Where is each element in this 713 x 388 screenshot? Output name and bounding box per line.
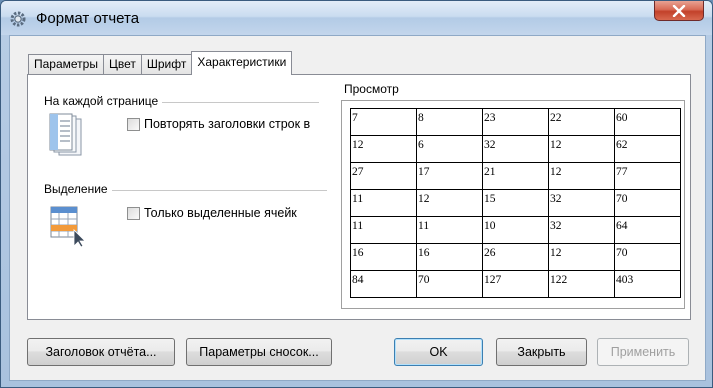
table-cell: 12 <box>350 135 417 163</box>
table-cell: 10 <box>482 216 549 244</box>
only-selected-cells-label: Только выделенные ячейк <box>144 206 297 220</box>
apply-button[interactable]: Применить <box>597 338 689 366</box>
table-cell: 7 <box>350 108 417 136</box>
tab-color[interactable]: Цвет <box>102 54 142 75</box>
table-cell: 26 <box>482 243 549 271</box>
table-cell: 27 <box>350 162 417 190</box>
table-cell: 84 <box>350 270 417 298</box>
table-cell: 11 <box>350 189 417 217</box>
close-button[interactable]: Закрыть <box>496 338 587 366</box>
table-cell: 16 <box>350 243 417 271</box>
table-cell: 70 <box>614 189 681 217</box>
table-row: 11 12 15 32 70 <box>350 189 681 217</box>
table-cell: 122 <box>548 270 615 298</box>
repeat-row-headers-label: Повторять заголовки строк в <box>144 117 311 131</box>
close-window-button[interactable] <box>654 1 704 21</box>
table-cell: 60 <box>614 108 681 136</box>
only-selected-cells-checkbox[interactable]: Только выделенные ячейк <box>127 206 297 220</box>
table-cell: 77 <box>614 162 681 190</box>
window-title: Формат отчета <box>36 10 140 27</box>
table-cell: 22 <box>548 108 615 136</box>
footnote-params-button[interactable]: Параметры сносок... <box>186 338 332 366</box>
table-row: 7 8 23 22 60 <box>350 108 681 136</box>
tab-characteristics[interactable]: Характеристики <box>191 51 293 75</box>
selection-group-title: Выделение <box>44 182 112 196</box>
gear-icon <box>10 11 26 27</box>
checkbox-box[interactable] <box>127 206 140 220</box>
table-cell: 12 <box>548 162 615 190</box>
table-cell: 70 <box>614 243 681 271</box>
preview-table: 7 8 23 22 60 12 6 32 12 62 27 17 21 12 77 11 12 15 32 70 11 1… <box>350 108 681 298</box>
table-cell: 15 <box>482 189 549 217</box>
table-cell: 17 <box>416 162 483 190</box>
table-cell: 11 <box>350 216 417 244</box>
repeat-row-headers-checkbox[interactable]: Повторять заголовки строк в <box>127 117 310 131</box>
ok-button[interactable]: OK <box>394 338 483 366</box>
selected-cells-icon <box>50 206 86 248</box>
table-cell: 12 <box>548 135 615 163</box>
title-bar[interactable]: Формат отчета <box>1 1 712 35</box>
table-cell: 23 <box>482 108 549 136</box>
checkbox-box[interactable] <box>127 117 140 131</box>
tab-strip: Параметры Цвет Шрифт Характеристики <box>28 51 293 75</box>
ok-button-label: OK <box>429 345 448 359</box>
table-cell: 127 <box>482 270 549 298</box>
table-cell: 21 <box>482 162 549 190</box>
table-row: 16 16 26 12 70 <box>350 243 681 271</box>
table-cell: 64 <box>614 216 681 244</box>
apply-button-label: Применить <box>610 345 676 359</box>
table-cell: 32 <box>482 135 549 163</box>
table-row: 12 6 32 12 62 <box>350 135 681 163</box>
preview-title: Просмотр <box>344 82 399 96</box>
each-page-group-title: На каждой странице <box>44 94 163 108</box>
report-header-button-label: Заголовок отчёта... <box>45 345 157 359</box>
table-row: 84 70 127 122 403 <box>350 270 681 298</box>
tab-font[interactable]: Шрифт <box>140 54 193 75</box>
report-format-dialog: Формат отчета Параметры Цвет Шрифт Харак… <box>0 0 713 388</box>
table-cell: 62 <box>614 135 681 163</box>
table-cell: 11 <box>416 216 483 244</box>
table-cell: 8 <box>416 108 483 136</box>
table-row: 27 17 21 12 77 <box>350 162 681 190</box>
tab-parameters[interactable]: Параметры <box>28 54 104 75</box>
footnote-params-button-label: Параметры сносок... <box>199 345 319 359</box>
characteristics-panel: На каждой странице Повторять заголовки с… <box>27 74 691 320</box>
table-cell: 403 <box>614 270 681 298</box>
table-cell: 32 <box>548 216 615 244</box>
table-row: 11 11 10 32 64 <box>350 216 681 244</box>
preview-box: 7 8 23 22 60 12 6 32 12 62 27 17 21 12 77 11 12 15 32 70 11 1… <box>341 100 685 309</box>
close-button-label: Закрыть <box>517 345 566 359</box>
close-icon <box>672 4 686 17</box>
table-cell: 32 <box>548 189 615 217</box>
table-cell: 16 <box>416 243 483 271</box>
repeat-headers-icon <box>49 113 82 156</box>
table-cell: 70 <box>416 270 483 298</box>
table-cell: 12 <box>548 243 615 271</box>
dialog-client-area: Параметры Цвет Шрифт Характеристики На к… <box>9 35 706 381</box>
report-header-button[interactable]: Заголовок отчёта... <box>27 338 175 366</box>
table-cell: 6 <box>416 135 483 163</box>
table-cell: 12 <box>416 189 483 217</box>
